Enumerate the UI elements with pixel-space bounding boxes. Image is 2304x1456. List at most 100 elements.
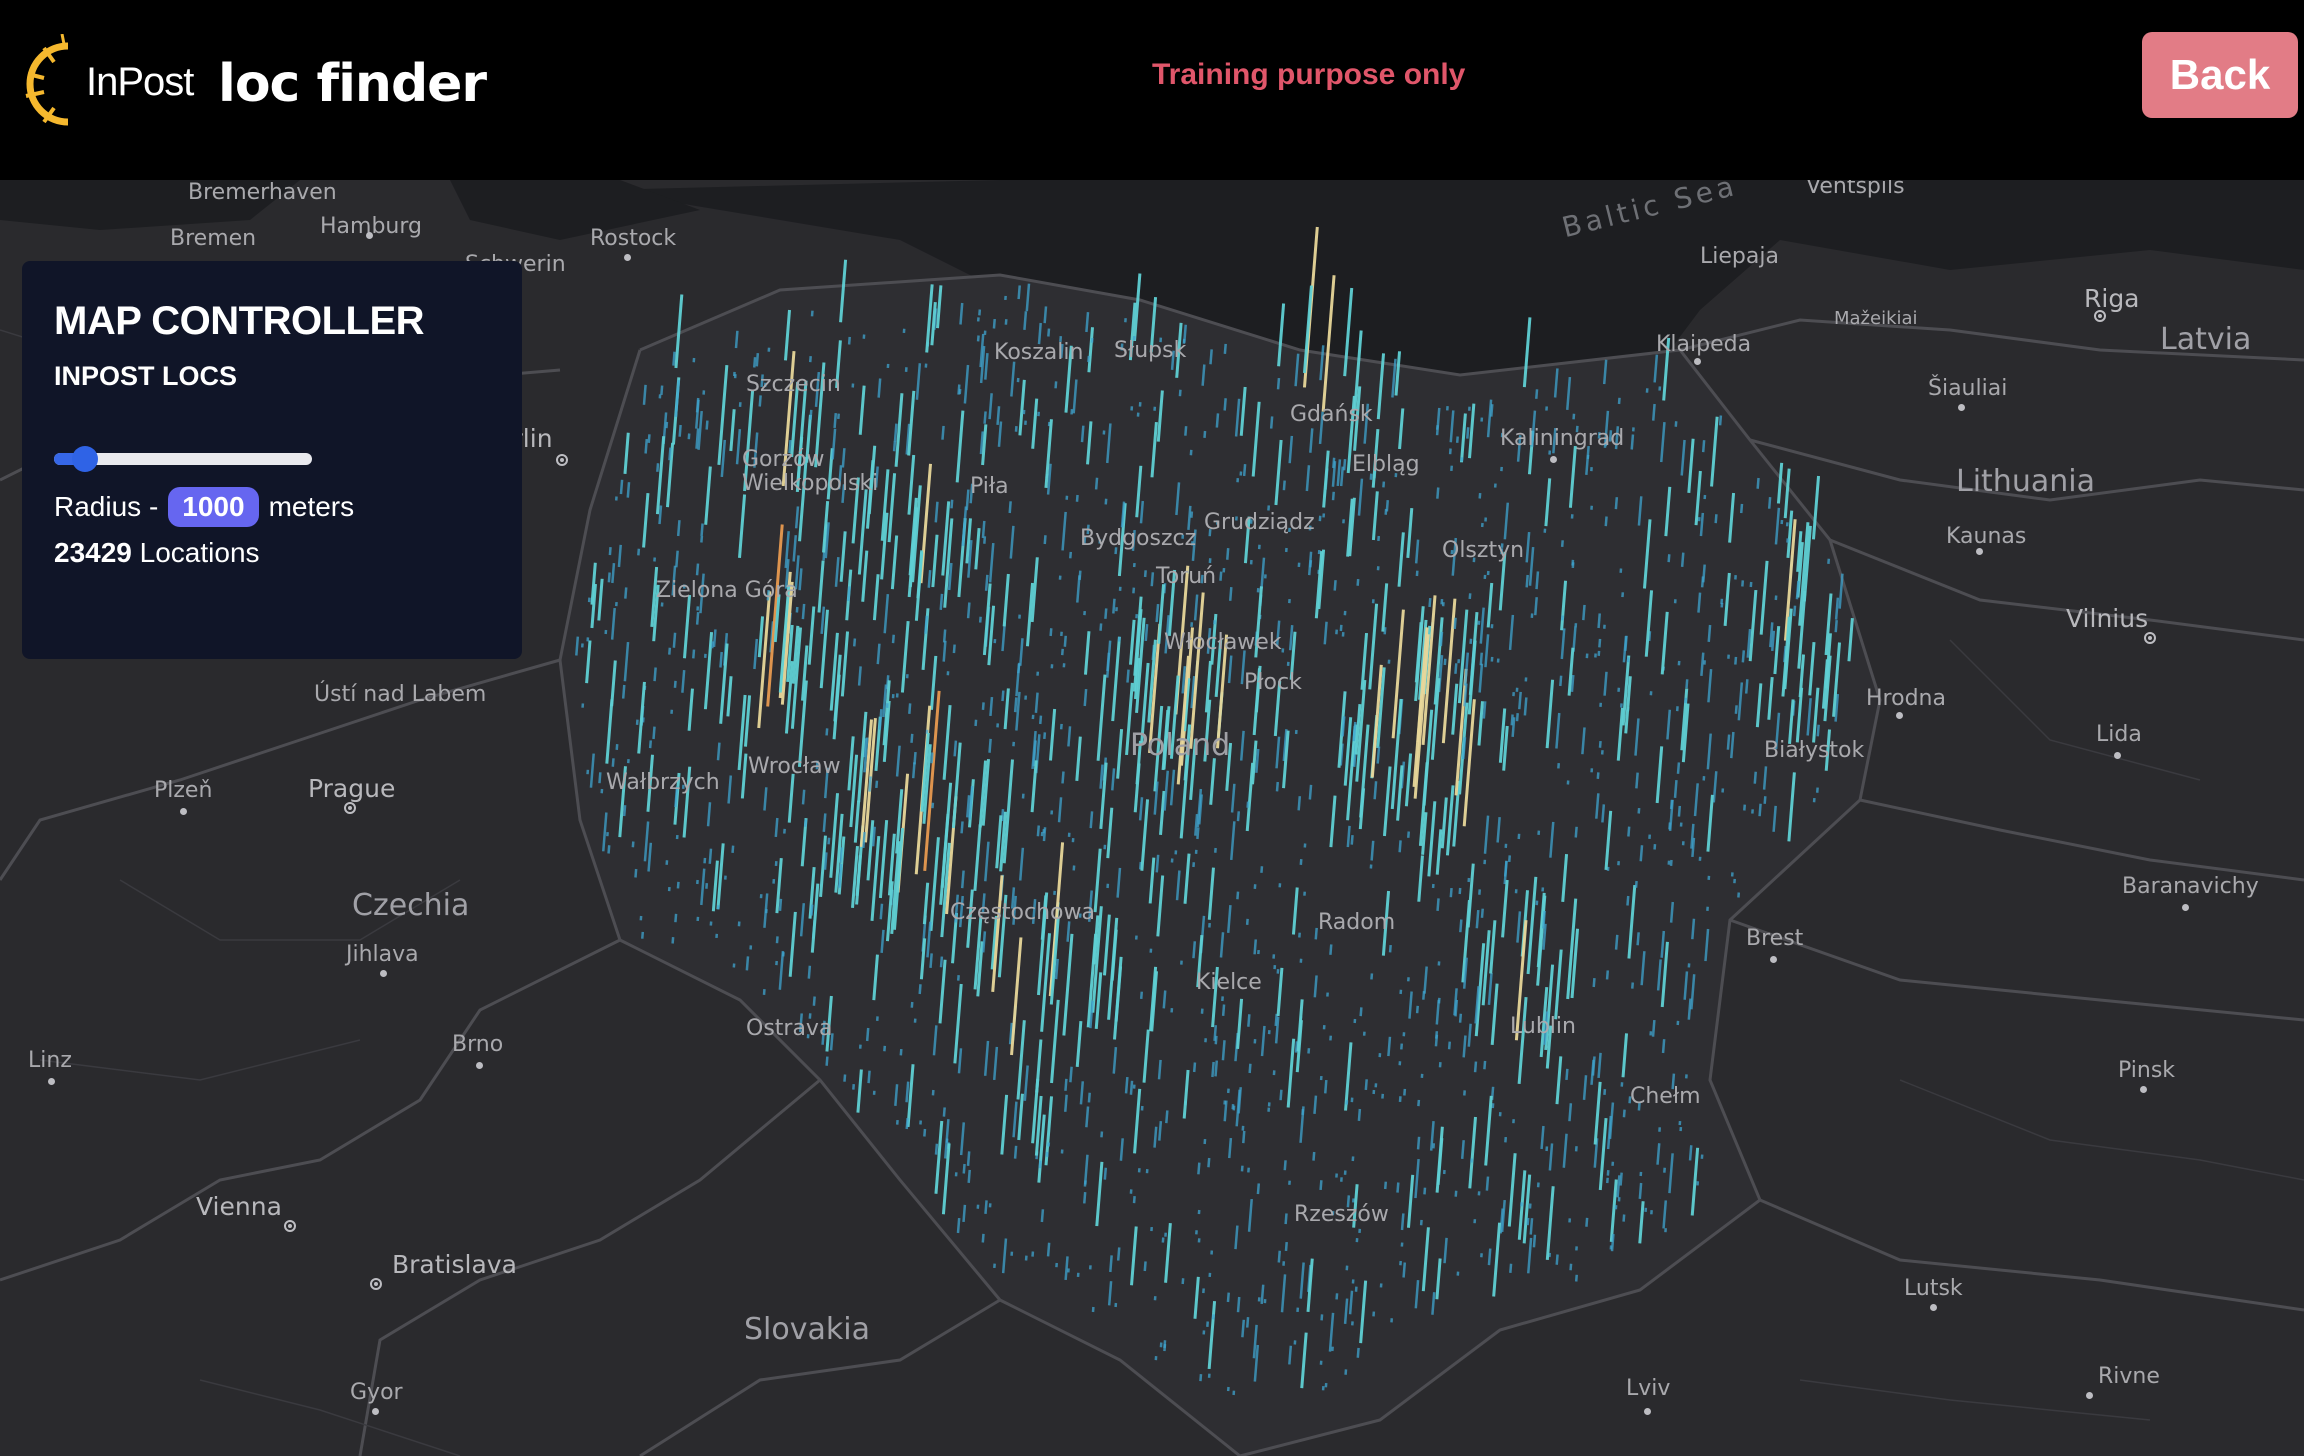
city-marker [1694,358,1701,365]
radius-prefix: Radius - [54,491,159,522]
density-bar [918,984,922,995]
density-bar [967,1169,971,1184]
radius-slider[interactable] [54,446,314,472]
density-bar [1730,731,1735,759]
density-bar [929,837,940,931]
density-bar [1603,671,1608,696]
density-bar [674,380,681,418]
city-label: Chełm [1630,1084,1701,1109]
density-bar [1002,759,1014,864]
density-bar [988,393,993,420]
density-bar [924,615,929,634]
density-bar [1075,494,1079,502]
city-label: Bremen [170,226,257,251]
density-bar [1591,1056,1596,1076]
density-bar [1661,1039,1666,1054]
density-bar [1728,492,1736,543]
city-marker [284,1220,296,1232]
density-bar [919,938,927,980]
density-bar [1332,457,1336,469]
density-bar [1357,1108,1362,1121]
density-bar [1435,1258,1442,1300]
density-bar [1017,1093,1024,1141]
density-bar [1089,811,1094,829]
city-label: Wrocław [748,754,841,779]
density-bar [911,762,916,779]
density-bar [1461,737,1467,760]
density-bar [1582,604,1586,621]
density-bar [695,563,700,576]
density-bar [585,640,592,684]
density-bar [1616,707,1624,761]
density-bar [1245,762,1255,832]
city-label: Bratislava [392,1250,517,1279]
density-bar [942,640,947,662]
map-canvas[interactable]: Baltic Sea Bremerhaven Hamburg Bremen Ro… [0,180,2304,1456]
density-bar [872,954,879,1001]
density-bar [890,535,899,590]
city-label: Toruń [1156,564,1217,589]
density-bar [1140,799,1150,871]
density-bar [1811,475,1821,540]
radius-readout: Radius - 1000 meters [54,487,354,527]
density-bar [1277,303,1286,367]
density-bar [1598,638,1602,648]
density-bar [1158,1121,1163,1141]
density-bar [1562,1133,1568,1168]
city-marker [48,1078,55,1085]
density-bar [1758,803,1762,817]
density-bar [1642,519,1652,589]
density-bar [1241,1319,1246,1338]
density-bar [878,820,889,899]
density-bar [611,758,615,767]
app-title: loc finder [218,54,487,114]
density-bar [1487,972,1493,1005]
density-bar [575,636,580,656]
density-bar [1109,1255,1113,1273]
density-bar [1477,701,1484,746]
density-bar [695,428,700,449]
city-label: Linz [28,1048,72,1073]
density-bar [1142,1029,1150,1083]
density-bar [801,603,806,620]
density-bar [1087,1092,1091,1103]
density-bar [1223,398,1227,411]
density-bar [1150,572,1155,587]
density-bar [652,726,656,740]
density-bar [1328,1312,1335,1352]
density-bar [915,363,922,400]
density-bar [823,852,828,870]
density-bar [1207,1300,1217,1370]
density-bar [1013,697,1018,713]
density-bar [1214,1060,1219,1077]
density-bar [703,631,714,710]
back-button[interactable]: Back [2142,32,2298,118]
density-bar [900,620,910,693]
slider-thumb[interactable] [72,446,99,472]
density-bar [1003,688,1010,730]
city-label: Plzeň [154,778,213,803]
density-bar [704,466,712,525]
density-bar [1221,1040,1226,1061]
density-bar [1018,847,1025,881]
density-bar [1700,652,1705,676]
density-bar [1260,557,1266,589]
density-bar [1132,1196,1136,1204]
density-bar [992,318,996,329]
density-bar [853,800,861,843]
density-bar [1368,603,1379,690]
density-bar [1352,721,1357,742]
density-bar [1699,512,1705,537]
density-bar [1458,1013,1463,1023]
city-label: Šiauliai [1928,376,2008,401]
density-bar [1001,690,1005,702]
density-bar [1459,413,1467,463]
density-bar [1568,445,1577,508]
density-bar [1394,351,1402,396]
density-bar [1043,306,1048,324]
density-bar [1183,853,1191,904]
density-bar [798,568,803,591]
city-label: Gorzów Wielkopolski [742,447,879,496]
density-bar [1164,1222,1172,1283]
density-bar [1492,1222,1502,1297]
